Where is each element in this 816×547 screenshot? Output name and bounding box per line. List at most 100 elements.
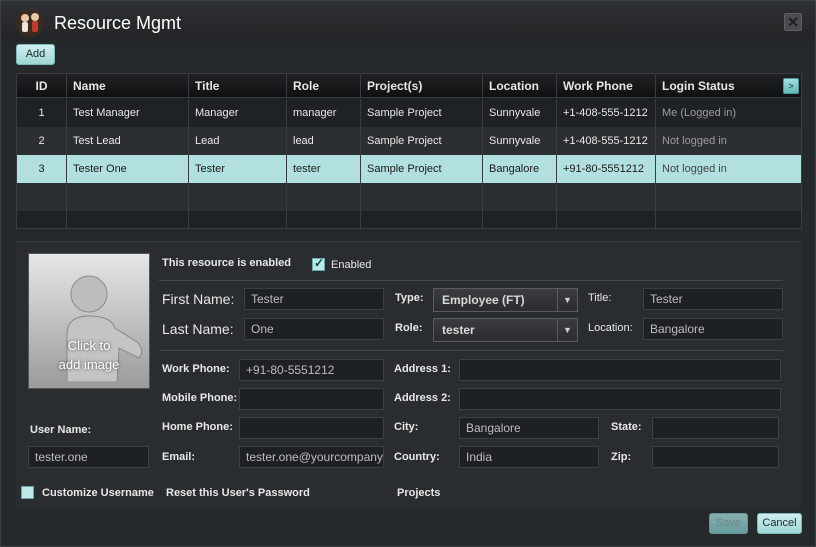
cell-name: Test Manager: [67, 99, 189, 127]
last-name-input[interactable]: One: [244, 318, 384, 340]
grid-header: ID Name Title Role Project(s) Location W…: [17, 74, 801, 98]
zip-input[interactable]: [652, 446, 779, 468]
cell-projects: Sample Project: [361, 155, 483, 183]
add-button[interactable]: Add: [16, 44, 55, 65]
cell-name: Tester One: [67, 155, 189, 183]
divider: [159, 280, 783, 281]
cell-title: [189, 183, 287, 211]
photo-hint: Click to add image: [29, 336, 149, 374]
cell-id: [17, 211, 67, 228]
cell-location: Sunnyvale: [483, 127, 557, 155]
cell-login-status: Not logged in: [662, 135, 727, 147]
home-phone-label: Home Phone:: [162, 421, 233, 433]
cancel-button[interactable]: Cancel: [757, 513, 802, 534]
cell-name: [67, 183, 189, 211]
cell-name: Test Lead: [67, 127, 189, 155]
mobile-phone-label: Mobile Phone:: [162, 392, 238, 404]
cell-title: Manager: [189, 99, 287, 127]
check-icon: ✓: [314, 256, 325, 270]
address2-label: Address 2:: [394, 392, 451, 404]
cell-name: [67, 211, 189, 228]
cell-id: 2: [17, 127, 67, 155]
col-header-projects[interactable]: Project(s): [361, 74, 483, 98]
city-label: City:: [394, 421, 419, 433]
cell-role: [287, 183, 361, 211]
chevron-down-icon: ▼: [557, 289, 577, 311]
type-value: Employee (FT): [442, 293, 525, 307]
cell-login-status: Not logged in: [662, 163, 727, 175]
title-label: Title:: [588, 292, 612, 304]
cell-work-phone: +1-408-555-1212: [557, 99, 656, 127]
location-input[interactable]: Bangalore: [643, 318, 783, 340]
address1-input[interactable]: [459, 359, 781, 381]
first-name-input[interactable]: Tester: [244, 288, 384, 310]
cell-projects: [361, 183, 483, 211]
col-header-location[interactable]: Location: [483, 74, 557, 98]
profile-photo[interactable]: Click to add image: [28, 253, 150, 389]
work-phone-input[interactable]: +91-80-5551212: [239, 359, 384, 381]
team-icon: [16, 9, 44, 37]
type-label: Type:: [395, 292, 424, 304]
cell-id: 3: [17, 155, 67, 183]
photo-hint-line2: add image: [58, 357, 120, 372]
email-label: Email:: [162, 451, 196, 463]
empty-table-row: [17, 183, 801, 211]
cell-projects: [361, 211, 483, 228]
city-input[interactable]: Bangalore: [459, 417, 599, 439]
cell-title: Tester: [189, 155, 287, 183]
email-input[interactable]: tester.one@yourcompany: [239, 446, 384, 468]
username-input[interactable]: tester.one: [28, 446, 149, 468]
customize-username-checkbox[interactable]: [21, 486, 34, 499]
home-phone-input[interactable]: [239, 417, 384, 439]
type-select[interactable]: Employee (FT) ▼: [433, 288, 578, 312]
col-header-login-status[interactable]: Login Status: [656, 74, 801, 98]
cell-title: [189, 211, 287, 228]
enabled-label: Enabled: [331, 259, 372, 271]
title-input[interactable]: Tester: [643, 288, 783, 310]
username-label: User Name:: [30, 424, 92, 436]
customize-username-label: Customize Username: [42, 487, 154, 499]
cell-projects: Sample Project: [361, 99, 483, 127]
window-title: Resource Mgmt: [54, 13, 182, 33]
table-row[interactable]: 3 Tester One Tester tester Sample Project Ban…: [17, 155, 801, 183]
reset-password-link[interactable]: Reset this User's Password: [166, 487, 310, 499]
title-bar: Resource Mgmt ✕: [1, 1, 815, 41]
more-columns-button[interactable]: >: [783, 78, 799, 94]
resource-grid: ID Name Title Role Project(s) Location W…: [16, 73, 802, 229]
close-icon[interactable]: ✕: [784, 13, 802, 31]
role-select[interactable]: tester ▼: [433, 318, 578, 342]
cell-id: [17, 183, 67, 211]
location-label: Location:: [588, 322, 633, 334]
enabled-status-text: This resource is enabled: [162, 257, 291, 269]
mobile-phone-input[interactable]: [239, 388, 384, 410]
chevron-down-icon: ▼: [557, 319, 577, 341]
role-label: Role:: [395, 322, 423, 334]
address2-input[interactable]: [459, 388, 781, 410]
country-label: Country:: [394, 451, 440, 463]
cell-role: [287, 211, 361, 228]
state-input[interactable]: [652, 417, 779, 439]
cell-login-status: Me (Logged in): [662, 107, 736, 119]
col-header-work-phone[interactable]: Work Phone: [557, 74, 656, 98]
col-header-id[interactable]: ID: [17, 74, 67, 98]
photo-hint-line1: Click to: [67, 338, 111, 353]
country-input[interactable]: India: [459, 446, 599, 468]
cell-location: [483, 211, 557, 228]
enabled-checkbox[interactable]: ✓: [312, 256, 325, 271]
table-row[interactable]: 1 Test Manager Manager manager Sample Projec…: [17, 99, 801, 127]
cell-role: lead: [287, 127, 361, 155]
divider: [159, 350, 783, 351]
col-header-title[interactable]: Title: [189, 74, 287, 98]
work-phone-label: Work Phone:: [162, 363, 230, 375]
role-value: tester: [442, 323, 475, 337]
cell-work-phone: +91-80-5551212: [557, 155, 656, 183]
cell-work-phone: [557, 211, 656, 228]
col-header-role[interactable]: Role: [287, 74, 361, 98]
col-header-name[interactable]: Name: [67, 74, 189, 98]
state-label: State:: [611, 421, 642, 433]
table-row[interactable]: 2 Test Lead Lead lead Sample Project Sunnyval…: [17, 127, 801, 155]
first-name-label: First Name:: [162, 291, 235, 307]
projects-label[interactable]: Projects: [397, 487, 440, 499]
zip-label: Zip:: [611, 451, 632, 463]
save-button[interactable]: Save: [709, 513, 748, 534]
